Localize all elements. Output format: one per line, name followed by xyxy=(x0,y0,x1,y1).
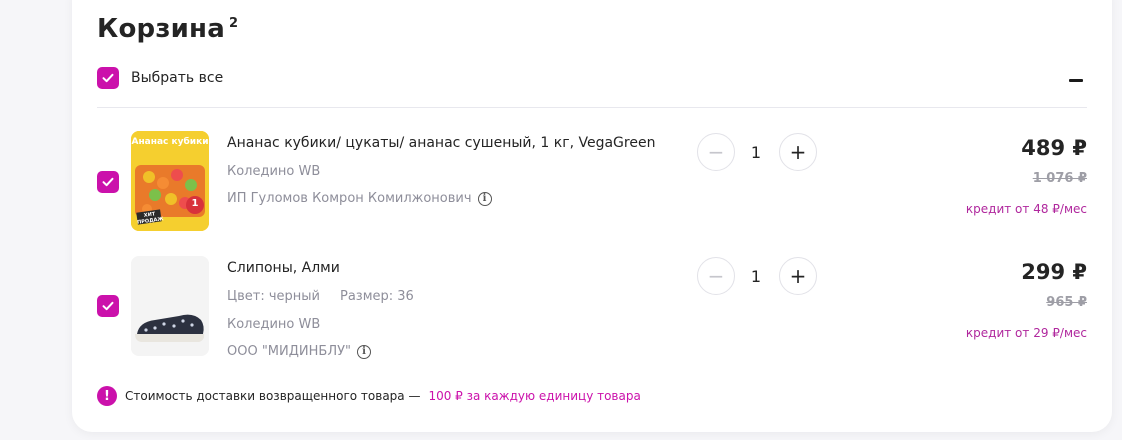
pineapple-image-number: 1 xyxy=(191,198,199,209)
increase-quantity-button[interactable]: + xyxy=(779,133,817,171)
item-size: Размер: 36 xyxy=(339,289,414,304)
divider xyxy=(97,107,1087,108)
cart-count: 2 xyxy=(228,16,239,31)
pineapple-image-title: Ананас кубики xyxy=(131,137,209,147)
select-all-label[interactable]: Выбрать все xyxy=(131,70,223,86)
info-icon[interactable]: i xyxy=(357,344,372,359)
info-icon[interactable]: i xyxy=(477,191,492,206)
item-name[interactable]: Ананас кубики/ цукаты/ ананас сушеный, 1… xyxy=(227,135,655,151)
item-seller-name: ООО "МИДИНБЛУ" xyxy=(227,344,352,359)
notice-accent-text[interactable]: 100 ₽ за каждую единицу товара xyxy=(428,389,640,403)
item-warehouse: Коледино WB xyxy=(227,317,321,332)
item-price: 299 ₽ xyxy=(1021,260,1087,284)
cart-title: Корзина 2 xyxy=(97,14,238,44)
item-checkbox[interactable] xyxy=(97,171,119,193)
item-seller: ООО "МИДИНБЛУ" i xyxy=(227,344,372,359)
exclamation-icon: ! xyxy=(97,386,117,406)
collapse-minus-icon[interactable] xyxy=(1069,79,1083,82)
cart-title-text: Корзина xyxy=(97,14,225,44)
decrease-quantity-button[interactable]: − xyxy=(697,133,735,171)
item-seller-name: ИП Гуломов Комрон Комилжонович xyxy=(227,191,472,206)
decrease-quantity-button[interactable]: − xyxy=(697,257,735,295)
item-name[interactable]: Слипоны, Алми xyxy=(227,260,340,276)
item-credit-link[interactable]: кредит от 29 ₽/мес xyxy=(966,326,1087,340)
cart-card xyxy=(72,0,1112,432)
return-delivery-notice: ! Стоимость доставки возвращенного товар… xyxy=(97,386,641,406)
item-old-price: 965 ₽ xyxy=(1046,295,1087,310)
select-all-checkbox[interactable] xyxy=(97,67,119,89)
item-attributes: Цвет: черный Размер: 36 xyxy=(227,289,414,304)
slip-on-shoe-illustration xyxy=(131,256,209,356)
increase-quantity-button[interactable]: + xyxy=(779,257,817,295)
item-price: 489 ₽ xyxy=(1021,136,1087,160)
check-icon xyxy=(102,301,114,311)
check-icon xyxy=(102,73,114,83)
item-seller: ИП Гуломов Комрон Комилжонович i xyxy=(227,191,492,206)
item-old-price: 1 076 ₽ xyxy=(1032,171,1087,186)
check-icon xyxy=(102,177,114,187)
item-credit-link[interactable]: кредит от 48 ₽/мес xyxy=(966,202,1087,216)
product-image-slip-ons[interactable] xyxy=(131,256,209,356)
item-checkbox[interactable] xyxy=(97,295,119,317)
quantity-value: 1 xyxy=(750,267,762,286)
notice-text: Стоимость доставки возвращенного товара … xyxy=(125,389,421,403)
product-image-pineapple[interactable]: Ананас кубики ХИТ ПРОДАЖ 1 xyxy=(131,131,209,231)
quantity-value: 1 xyxy=(750,143,762,162)
item-warehouse: Коледино WB xyxy=(227,164,321,179)
item-color: Цвет: черный xyxy=(227,289,320,304)
